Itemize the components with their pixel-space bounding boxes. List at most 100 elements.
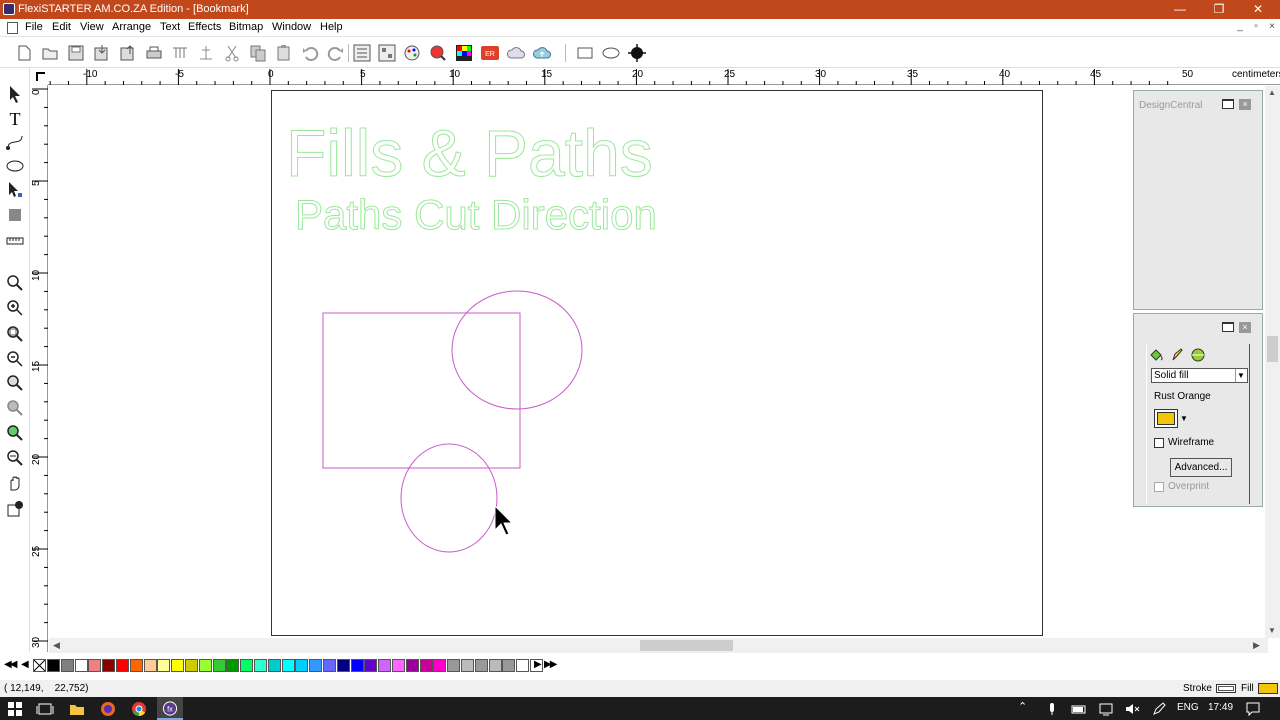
menu-view[interactable]: View (80, 21, 104, 33)
color-swatch[interactable] (323, 659, 336, 672)
color-swatch[interactable] (309, 659, 323, 672)
color-swatch[interactable] (212, 659, 226, 672)
show-hidden-icons-icon[interactable]: ⌃ (1018, 700, 1027, 713)
zoom-out-icon[interactable] (5, 349, 25, 369)
pan-hand-icon[interactable] (5, 473, 25, 493)
ruler-origin-icon[interactable] (34, 70, 48, 84)
cut-icon[interactable] (222, 43, 242, 63)
align-icon[interactable] (352, 43, 372, 63)
chrome-icon[interactable] (130, 700, 148, 718)
color-swatch[interactable] (336, 659, 350, 672)
bezier-tool-icon[interactable] (5, 132, 25, 152)
color-swatch[interactable] (350, 659, 364, 672)
fill-type-select[interactable]: Solid fill ▼ (1151, 368, 1248, 383)
fill-tool-icon[interactable] (5, 205, 25, 225)
color-grid-icon[interactable] (454, 43, 474, 63)
flexi-taskbar-button[interactable]: fx (157, 697, 183, 720)
scroll-thumb[interactable] (1267, 336, 1278, 362)
windows-start-icon[interactable] (6, 700, 24, 718)
production-manager-icon[interactable] (196, 43, 216, 63)
task-view-icon[interactable] (36, 700, 54, 718)
color-swatch[interactable] (419, 659, 433, 672)
cloud-icon[interactable] (506, 43, 526, 63)
color-palette-icon[interactable] (402, 43, 422, 63)
palette-next-icon[interactable]: ▶ (534, 659, 542, 670)
color-swatch[interactable] (433, 659, 447, 672)
menu-help[interactable]: Help (320, 21, 343, 33)
open-file-icon[interactable] (40, 43, 60, 63)
palette-last-icon[interactable]: ▶▶ (544, 659, 557, 670)
menu-text[interactable]: Text (160, 21, 180, 33)
print-icon[interactable] (144, 43, 164, 63)
stroke-pen-icon[interactable] (1169, 347, 1185, 363)
scroll-thumb[interactable] (640, 640, 733, 651)
panel-minimize-icon[interactable] (1222, 99, 1234, 109)
color-swatch[interactable] (171, 659, 185, 672)
color-swatch[interactable] (185, 659, 198, 672)
scroll-up-icon[interactable]: ▲ (1268, 88, 1276, 97)
color-swatch[interactable] (392, 659, 405, 672)
fill-indicator[interactable] (1258, 683, 1278, 694)
zoom-page-icon[interactable] (5, 324, 25, 344)
zoom-selected-icon[interactable] (5, 398, 25, 418)
color-swatch[interactable] (60, 659, 74, 672)
scroll-right-icon[interactable]: ▶ (1253, 640, 1260, 651)
color-swatch[interactable] (226, 659, 240, 672)
color-swatch[interactable] (502, 659, 516, 672)
undo-icon[interactable] (300, 43, 320, 63)
menu-edit[interactable]: Edit (52, 21, 71, 33)
menu-effects[interactable]: Effects (188, 21, 221, 33)
magnify-red-icon[interactable] (428, 43, 448, 63)
color-swatch[interactable] (254, 659, 267, 672)
menu-file[interactable]: File (25, 21, 43, 33)
layout-icon[interactable] (377, 43, 397, 63)
color-swatch[interactable] (143, 659, 157, 672)
close-button[interactable]: ✕ (1238, 0, 1278, 19)
menu-arrange[interactable]: Arrange (112, 21, 151, 33)
text-tool-icon[interactable]: T (5, 108, 25, 128)
color-swatch[interactable] (129, 659, 143, 672)
panel-minimize-icon[interactable] (1222, 322, 1234, 332)
mdi-restore-button[interactable]: ▫ (1249, 21, 1263, 35)
panel-close-icon[interactable]: × (1239, 322, 1251, 333)
scroll-down-icon[interactable]: ▼ (1268, 626, 1276, 635)
microphone-icon[interactable] (1043, 700, 1061, 718)
color-swatch[interactable] (102, 659, 116, 672)
menu-window[interactable]: Window (272, 21, 311, 33)
wireframe-checkbox[interactable] (1154, 438, 1164, 448)
color-swatch[interactable] (74, 659, 88, 672)
registration-mark-icon[interactable] (627, 43, 647, 63)
rectangle-tool-icon[interactable] (575, 43, 595, 63)
color-swatch[interactable] (116, 659, 129, 672)
color-dropdown-icon[interactable]: ▼ (1180, 414, 1188, 423)
scroll-left-icon[interactable]: ◀ (53, 640, 60, 651)
color-swatch[interactable] (488, 659, 502, 672)
color-swatch[interactable] (157, 659, 171, 672)
network-icon[interactable] (1097, 700, 1115, 718)
color-swatch[interactable] (88, 659, 102, 672)
color-swatch[interactable] (281, 659, 295, 672)
color-swatch[interactable] (267, 659, 281, 672)
new-file-icon[interactable] (14, 43, 34, 63)
palette-prev-icon[interactable]: ◀ (21, 659, 29, 670)
ellipse-tool-icon[interactable] (601, 43, 621, 63)
color-swatch[interactable] (405, 659, 419, 672)
outline-icon[interactable] (1190, 347, 1206, 363)
maximize-button[interactable]: ❐ (1199, 0, 1239, 19)
mdi-close-button[interactable]: × (1265, 21, 1279, 35)
advanced-button[interactable]: Advanced... (1170, 458, 1232, 477)
horizontal-scrollbar[interactable]: ◀ ▶ (49, 638, 1268, 653)
language-indicator[interactable]: ENG (1177, 702, 1199, 713)
color-swatch[interactable] (240, 659, 254, 672)
chevron-down-icon[interactable]: ▼ (1235, 369, 1246, 382)
color-swatch[interactable] (198, 659, 212, 672)
color-swatch-button[interactable] (1154, 409, 1178, 428)
stroke-indicator[interactable] (1216, 684, 1236, 693)
vertical-scrollbar[interactable]: ▲ ▼ (1265, 86, 1280, 638)
print-cut-icon[interactable]: ER (480, 43, 500, 63)
zoom-in-icon[interactable] (5, 298, 25, 318)
select-tool-icon[interactable] (5, 84, 25, 104)
import-icon[interactable] (92, 43, 112, 63)
color-swatch[interactable] (295, 659, 309, 672)
color-swatch[interactable] (47, 659, 60, 672)
